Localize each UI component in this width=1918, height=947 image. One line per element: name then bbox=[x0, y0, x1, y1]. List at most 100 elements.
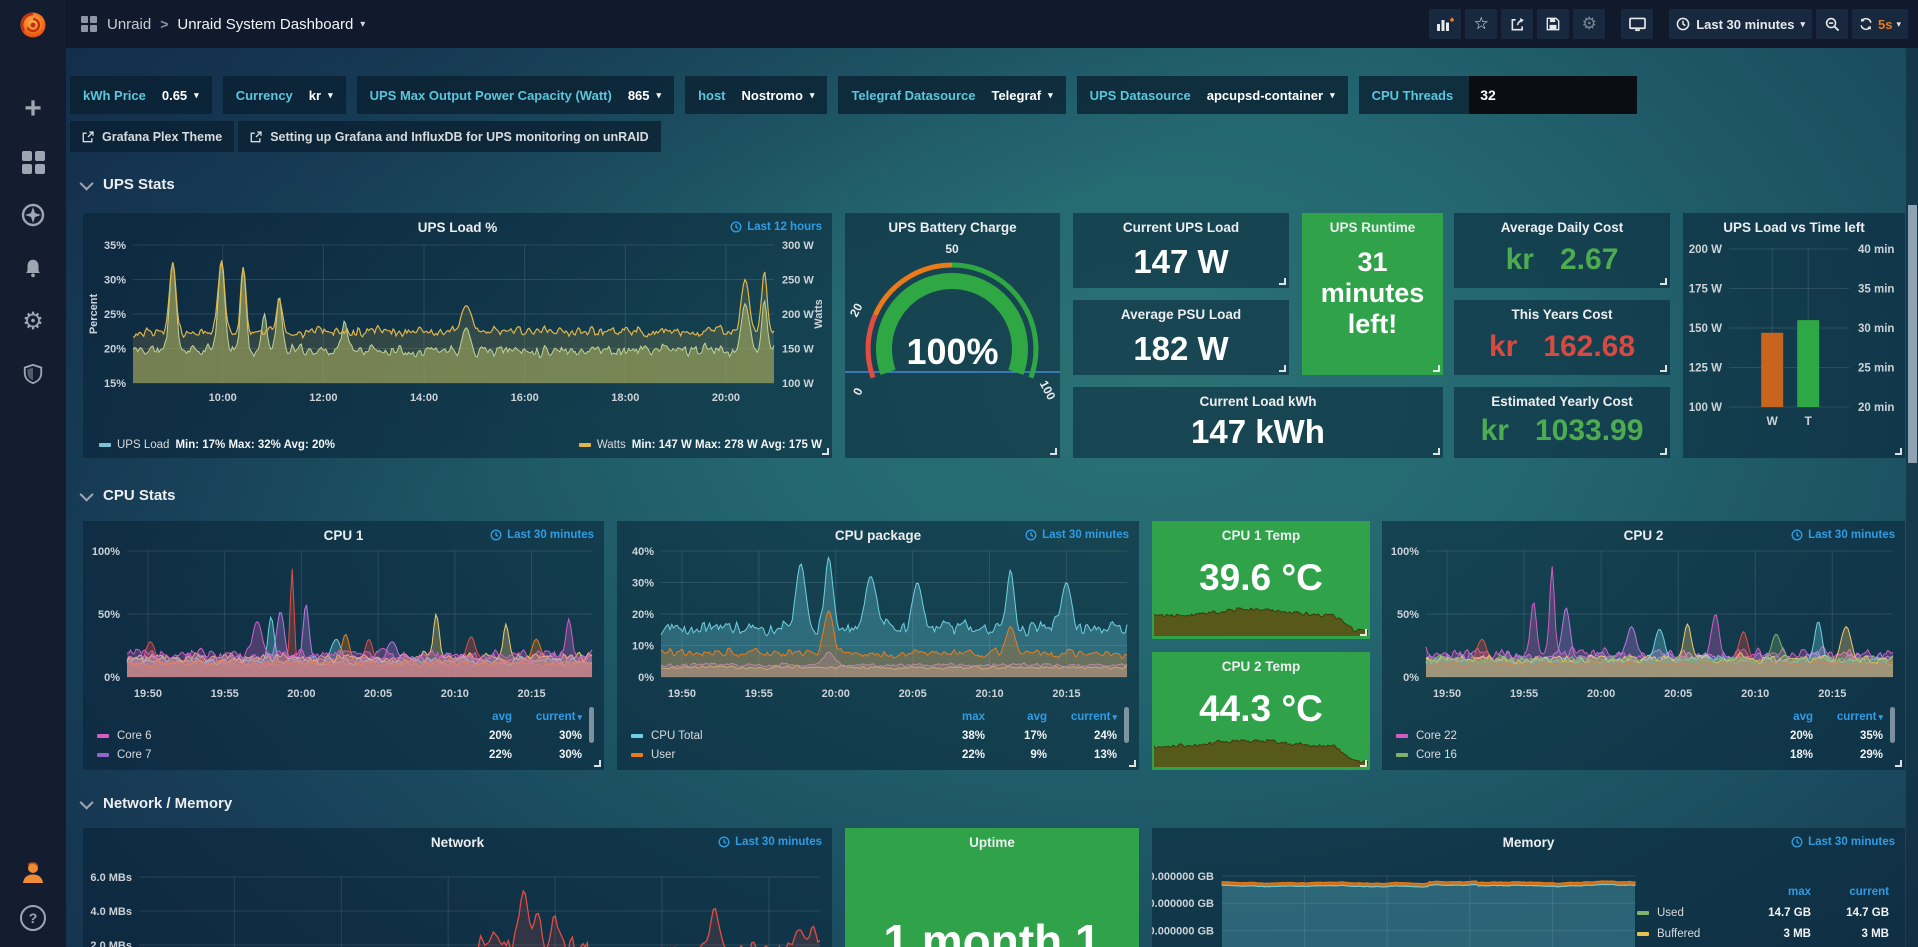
section-cpu-stats[interactable]: CPU Stats bbox=[83, 487, 176, 504]
legend-col[interactable]: current bbox=[1047, 711, 1117, 723]
scrollbar-thumb[interactable] bbox=[1908, 205, 1917, 463]
time-range-picker[interactable]: Last 30 minutes ▾ bbox=[1669, 9, 1812, 39]
add-panel-button[interactable] bbox=[1429, 9, 1461, 39]
dashboard-variables: kWh Price 0.65▾ Currency kr▾ UPS Max Out… bbox=[70, 76, 1648, 114]
legend-col[interactable]: current bbox=[1813, 711, 1883, 723]
refresh-interval[interactable]: 5s bbox=[1878, 17, 1892, 32]
refresh-button[interactable]: 5s ▾ bbox=[1852, 9, 1908, 39]
svg-text:250 W: 250 W bbox=[782, 275, 814, 287]
series-swatch bbox=[579, 443, 591, 447]
svg-text:6.0 MBs: 6.0 MBs bbox=[90, 872, 132, 884]
series-name[interactable]: UPS Load bbox=[117, 439, 169, 451]
svg-text:2.0 MBs: 2.0 MBs bbox=[90, 940, 132, 947]
dashboards-grid-icon[interactable] bbox=[20, 149, 46, 175]
temp-sparkline bbox=[1154, 602, 1368, 636]
legend-row: Core 6 20% 30% bbox=[97, 726, 596, 745]
external-link-icon bbox=[250, 131, 262, 143]
explore-compass-icon[interactable] bbox=[20, 202, 46, 228]
alerting-bell-icon[interactable] bbox=[20, 255, 46, 281]
legend-scrollbar[interactable] bbox=[589, 707, 594, 743]
cpu-threads-input[interactable]: 32 bbox=[1469, 76, 1637, 114]
breadcrumb-dashboard-title[interactable]: Unraid System Dashboard ▾ bbox=[177, 16, 365, 33]
svg-text:19:50: 19:50 bbox=[1433, 688, 1461, 700]
dashboard-grid-icon[interactable] bbox=[80, 15, 98, 33]
share-dashboard-button[interactable] bbox=[1501, 9, 1533, 39]
link-ups-monitoring-guide[interactable]: Setting up Grafana and InfluxDB for UPS … bbox=[238, 121, 660, 152]
help-icon[interactable]: ? bbox=[20, 905, 46, 931]
admin-shield-icon[interactable] bbox=[20, 361, 46, 387]
create-plus-icon[interactable]: + bbox=[20, 96, 46, 122]
configuration-gear-icon[interactable]: ⚙ bbox=[20, 308, 46, 334]
grafana-logo-icon[interactable] bbox=[0, 0, 66, 50]
legend-col[interactable]: current bbox=[1811, 886, 1889, 898]
svg-text:20 min: 20 min bbox=[1858, 402, 1894, 414]
variable-host[interactable]: host Nostromo▾ bbox=[685, 76, 827, 114]
svg-text:20:05: 20:05 bbox=[1664, 688, 1692, 700]
zoom-out-button[interactable] bbox=[1816, 9, 1848, 39]
svg-text:150 W: 150 W bbox=[1689, 323, 1722, 335]
variable-currency[interactable]: Currency kr▾ bbox=[223, 76, 346, 114]
ups-load-chart[interactable]: 35%300 W30%250 W25%200 W20%150 W15%100 W… bbox=[83, 237, 832, 435]
time-badge[interactable]: Last 12 hours bbox=[730, 221, 822, 233]
variable-telegraf-datasource[interactable]: Telegraf Datasource Telegraf▾ bbox=[838, 76, 1065, 114]
network-chart[interactable]: 6.0 MBs4.0 MBs2.0 MBs bbox=[83, 852, 832, 947]
panel-current-load-kwh: Current Load kWh 147 kWh bbox=[1073, 387, 1443, 458]
section-network-memory[interactable]: Network / Memory bbox=[83, 795, 232, 812]
time-badge[interactable]: Last 30 minutes bbox=[718, 836, 822, 848]
svg-text:300 W: 300 W bbox=[782, 240, 814, 252]
legend-col[interactable]: max bbox=[913, 711, 985, 723]
variable-ups-max-power[interactable]: UPS Max Output Power Capacity (Watt) 865… bbox=[357, 76, 674, 114]
panel-ups-load-vs-time-left: UPS Load vs Time left 200 W40 min175 W35… bbox=[1683, 213, 1905, 458]
legend-row: Buffered 3 MB 3 MB bbox=[1637, 923, 1889, 944]
external-link-icon bbox=[82, 131, 94, 143]
stat-value: 147 W bbox=[1073, 243, 1289, 281]
breadcrumb-folder[interactable]: Unraid bbox=[107, 16, 151, 33]
cycle-view-mode-button[interactable] bbox=[1621, 9, 1653, 39]
legend-col[interactable]: avg bbox=[446, 711, 512, 723]
legend-scrollbar[interactable] bbox=[1124, 707, 1129, 743]
time-badge[interactable]: Last 30 minutes bbox=[1791, 836, 1895, 848]
stat-value: 39.6 °C bbox=[1152, 557, 1370, 599]
star-dashboard-button[interactable]: ☆ bbox=[1465, 9, 1497, 39]
svg-text:20:15: 20:15 bbox=[1818, 688, 1846, 700]
save-dashboard-button[interactable] bbox=[1537, 9, 1569, 39]
svg-text:25 min: 25 min bbox=[1858, 363, 1894, 375]
clock-icon bbox=[718, 836, 730, 848]
legend-col[interactable]: current bbox=[512, 711, 582, 723]
legend-scrollbar[interactable] bbox=[1890, 707, 1895, 743]
svg-text:50%: 50% bbox=[1397, 609, 1419, 621]
chevron-down-icon bbox=[80, 176, 94, 190]
panel-cpu1-temp: CPU 1 Temp 39.6 °C bbox=[1152, 521, 1370, 639]
series-swatch bbox=[631, 753, 643, 757]
svg-text:40%: 40% bbox=[632, 546, 654, 558]
legend-col[interactable]: avg bbox=[1747, 711, 1813, 723]
legend-col[interactable]: avg bbox=[985, 711, 1047, 723]
svg-text:40 min: 40 min bbox=[1858, 244, 1894, 256]
time-badge[interactable]: Last 30 minutes bbox=[1791, 529, 1895, 541]
svg-text:200 W: 200 W bbox=[1689, 244, 1722, 256]
chevron-down-icon: ▾ bbox=[1048, 90, 1053, 101]
cpu-package-chart[interactable]: 40%30%20%10%0%19:5019:5520:0020:0520:102… bbox=[617, 545, 1139, 713]
link-grafana-plex-theme[interactable]: Grafana Plex Theme bbox=[70, 121, 234, 152]
page-scrollbar[interactable] bbox=[1906, 48, 1918, 947]
series-swatch bbox=[1637, 932, 1649, 936]
time-badge[interactable]: Last 30 minutes bbox=[1025, 529, 1129, 541]
svg-text:10:00: 10:00 bbox=[209, 392, 237, 404]
series-name[interactable]: Watts bbox=[597, 439, 626, 451]
variable-kwh-price[interactable]: kWh Price 0.65▾ bbox=[70, 76, 212, 114]
section-ups-stats[interactable]: UPS Stats bbox=[83, 176, 175, 193]
panel-estimated-yearly-cost: Estimated Yearly Cost kr1033.99 bbox=[1454, 387, 1670, 458]
series-swatch bbox=[1396, 753, 1408, 757]
dashboard-settings-button[interactable]: ⚙ bbox=[1573, 9, 1605, 39]
legend-col[interactable]: max bbox=[1733, 886, 1811, 898]
svg-text:100 W: 100 W bbox=[1689, 402, 1722, 414]
user-avatar[interactable] bbox=[20, 859, 46, 885]
chevron-down-icon bbox=[80, 487, 94, 501]
svg-text:20:00: 20:00 bbox=[822, 688, 850, 700]
svg-text:19:55: 19:55 bbox=[745, 688, 773, 700]
cpu1-chart[interactable]: 100%50%0%19:5019:5520:0020:0520:1020:15 bbox=[83, 545, 604, 713]
load-vs-time-chart[interactable]: 200 W40 min175 W35 min150 W30 min125 W25… bbox=[1683, 237, 1905, 451]
cpu2-chart[interactable]: 100%50%0%19:5019:5520:0020:0520:1020:15 bbox=[1382, 545, 1905, 713]
time-badge[interactable]: Last 30 minutes bbox=[490, 529, 594, 541]
variable-ups-datasource[interactable]: UPS Datasource apcupsd-container▾ bbox=[1077, 76, 1348, 114]
